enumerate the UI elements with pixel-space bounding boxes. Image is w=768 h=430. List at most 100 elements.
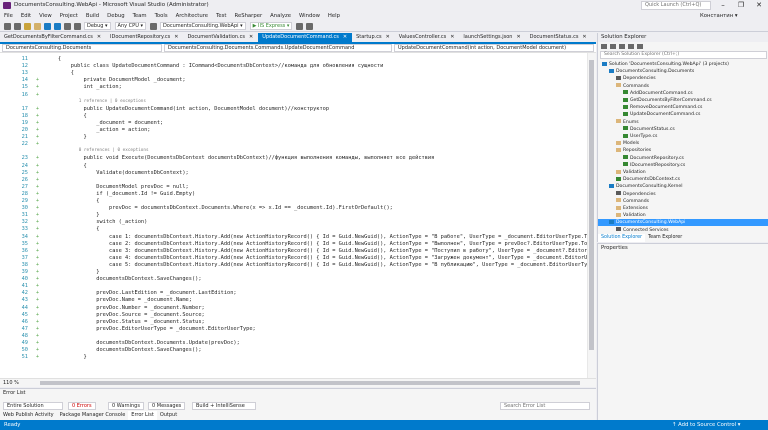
messages-filter-button[interactable]: 0 Messages (148, 402, 186, 410)
class-dropdown[interactable]: DocumentsConsulting.Documents.Commands.U… (164, 44, 392, 52)
editor-horizontal-scroll-thumb[interactable] (40, 381, 580, 385)
tab-documentvalidation-cs[interactable]: DocumentValidation.cs ✕ (183, 33, 258, 42)
comment-icon[interactable] (306, 22, 314, 30)
redo-icon[interactable] (74, 22, 81, 30)
tree-item[interactable]: Repositories (616, 147, 651, 154)
close-icon[interactable]: ✕ (249, 34, 253, 40)
back-icon[interactable] (4, 22, 11, 30)
tree-item[interactable]: Validation (616, 212, 646, 219)
user-account[interactable]: Константин ▾ (700, 11, 738, 21)
menu-item-test[interactable]: Test (212, 11, 230, 21)
tree-item[interactable]: DocumentsConsulting.Documents (609, 68, 694, 75)
tab-web-publish-activity[interactable]: Web Publish Activity (0, 411, 57, 420)
error-list-search-input[interactable]: Search Error List (500, 402, 590, 410)
menu-item-help[interactable]: Help (324, 11, 344, 21)
maximize-button[interactable]: ❐ (732, 0, 750, 11)
tree-item[interactable]: Models (616, 140, 639, 147)
zoom-level[interactable]: 110 % (3, 380, 19, 386)
errors-filter-button[interactable]: 0 Errors (68, 402, 96, 410)
forward-icon[interactable] (14, 22, 21, 30)
tree-item[interactable]: DocumentStatus.cs (623, 126, 675, 133)
platform-dropdown[interactable]: Any CPU ▾ (114, 22, 146, 30)
tab-documentstatus-cs[interactable]: DocumentStatus.cs ✕ (526, 33, 592, 42)
code-editor[interactable]: 11{12 public class UpdateDocumentCommand… (0, 53, 596, 378)
error-scope-dropdown[interactable]: Entire Solution (3, 402, 63, 410)
tab-launchsettings-json[interactable]: launchSettings.json ✕ (459, 33, 525, 42)
solution-search-input[interactable]: Search Solution Explorer (Ctrl+;) (600, 51, 767, 59)
code-line[interactable]: 51 + } (0, 353, 596, 361)
editor-scroll-thumb[interactable] (589, 60, 594, 350)
close-icon[interactable]: ✕ (582, 34, 586, 40)
tree-item[interactable]: AddDocumentCommand.cs (623, 90, 693, 97)
properties-icon[interactable] (637, 44, 643, 49)
tree-item[interactable]: IDocumentRepository.cs (623, 162, 685, 169)
tree-item[interactable]: RemoveDocumentCommand.cs (623, 104, 702, 111)
tab-updatedocumentcommand-cs[interactable]: UpdateDocumentCommand.cs ✕ (258, 33, 353, 42)
tree-item[interactable]: Commands (616, 198, 649, 205)
menu-item-resharper[interactable]: ReSharper (231, 11, 267, 21)
tree-item[interactable]: UpdateDocumentCommand.cs (623, 111, 700, 118)
menu-item-view[interactable]: View (35, 11, 56, 21)
tab-idocumentrepository-cs[interactable]: IDocumentRepository.cs ✕ (106, 33, 183, 42)
sync-icon[interactable] (610, 44, 616, 49)
open-icon[interactable] (34, 22, 41, 30)
menu-item-project[interactable]: Project (56, 11, 82, 21)
source-control-button[interactable]: ↑ Add to Source Control ▾ (672, 420, 740, 430)
close-icon[interactable]: ✕ (343, 34, 347, 40)
tree-item[interactable]: UserType.cs (623, 133, 657, 140)
close-icon[interactable]: ✕ (174, 34, 178, 40)
new-project-icon[interactable] (24, 22, 31, 30)
attach-icon[interactable] (149, 22, 157, 30)
close-icon[interactable]: ✕ (450, 34, 454, 40)
tab-getdocumentsbyfiltercommand-cs[interactable]: GetDocumentsByFilterCommand.cs ✕ (0, 33, 106, 42)
menu-item-tools[interactable]: Tools (151, 11, 172, 21)
refresh-icon[interactable] (619, 44, 625, 49)
tree-item[interactable]: Dependencies (616, 191, 656, 198)
menu-item-team[interactable]: Team (129, 11, 151, 21)
tree-item[interactable]: DocumentsConsulting.Kernel (609, 183, 683, 190)
menu-item-edit[interactable]: Edit (17, 11, 35, 21)
tab-package-manager-console[interactable]: Package Manager Console (57, 411, 129, 420)
save-icon[interactable] (44, 22, 51, 30)
menu-item-architecture[interactable]: Architecture (172, 11, 212, 21)
tree-item[interactable]: Commands (616, 83, 649, 90)
tree-item[interactable]: Solution 'DocumentsConsulting.WebApi' (3… (602, 61, 729, 68)
tree-item[interactable]: DocumentsDbContext.cs (616, 176, 680, 183)
member-dropdown[interactable]: UpdateDocumentCommand(int action, Docume… (394, 44, 594, 52)
menu-item-build[interactable]: Build (82, 11, 103, 21)
run-button[interactable]: ▶ IIS Express ▾ (249, 22, 293, 30)
bookmark-icon[interactable] (296, 22, 304, 30)
warnings-filter-button[interactable]: 0 Warnings (108, 402, 144, 410)
tree-item[interactable]: Dependencies (616, 75, 656, 82)
tree-item[interactable]: Extensions (616, 205, 648, 212)
close-icon[interactable]: ✕ (386, 34, 390, 40)
close-button[interactable]: ✕ (750, 0, 768, 11)
tab-startup-cs[interactable]: Startup.cs ✕ (352, 33, 395, 42)
tab-error-list[interactable]: Error List (128, 411, 157, 420)
home-icon[interactable] (601, 44, 607, 49)
close-icon[interactable]: ✕ (97, 34, 101, 40)
tree-item[interactable]: Validation (616, 169, 646, 176)
tab-output[interactable]: Output (157, 411, 180, 420)
menu-item-debug[interactable]: Debug (103, 11, 128, 21)
configuration-dropdown[interactable]: Debug ▾ (84, 22, 111, 30)
close-icon[interactable]: ✕ (516, 34, 520, 40)
startup-project-dropdown[interactable]: DocumentsConsulting.WebApi ▾ (159, 22, 246, 30)
tab-solution-explorer[interactable]: Solution Explorer (598, 234, 646, 242)
menu-item-analyze[interactable]: Analyze (266, 11, 295, 21)
menu-item-file[interactable]: File (0, 11, 17, 21)
tree-item[interactable]: DocumentRepository.cs (623, 155, 684, 162)
save-all-icon[interactable] (54, 22, 61, 30)
build-source-dropdown[interactable]: Build + IntelliSense (192, 402, 256, 410)
tree-item[interactable]: DocumentsConsulting.WebApi (598, 219, 768, 227)
tab-team-explorer[interactable]: Team Explorer (645, 234, 685, 242)
project-dropdown[interactable]: DocumentsConsulting.Documents (2, 44, 162, 52)
minimize-button[interactable]: – (714, 0, 732, 11)
quick-launch-input[interactable]: Quick Launch (Ctrl+Q) (641, 1, 711, 10)
tree-item[interactable]: GetDocumentsByFilterCommand.cs (623, 97, 712, 104)
tree-item[interactable]: Enums (616, 119, 639, 126)
undo-icon[interactable] (64, 22, 71, 30)
tab-valuescontroller-cs[interactable]: ValuesController.cs ✕ (395, 33, 460, 42)
tree-item[interactable]: Connected Services (616, 227, 669, 234)
menu-item-window[interactable]: Window (295, 11, 324, 21)
